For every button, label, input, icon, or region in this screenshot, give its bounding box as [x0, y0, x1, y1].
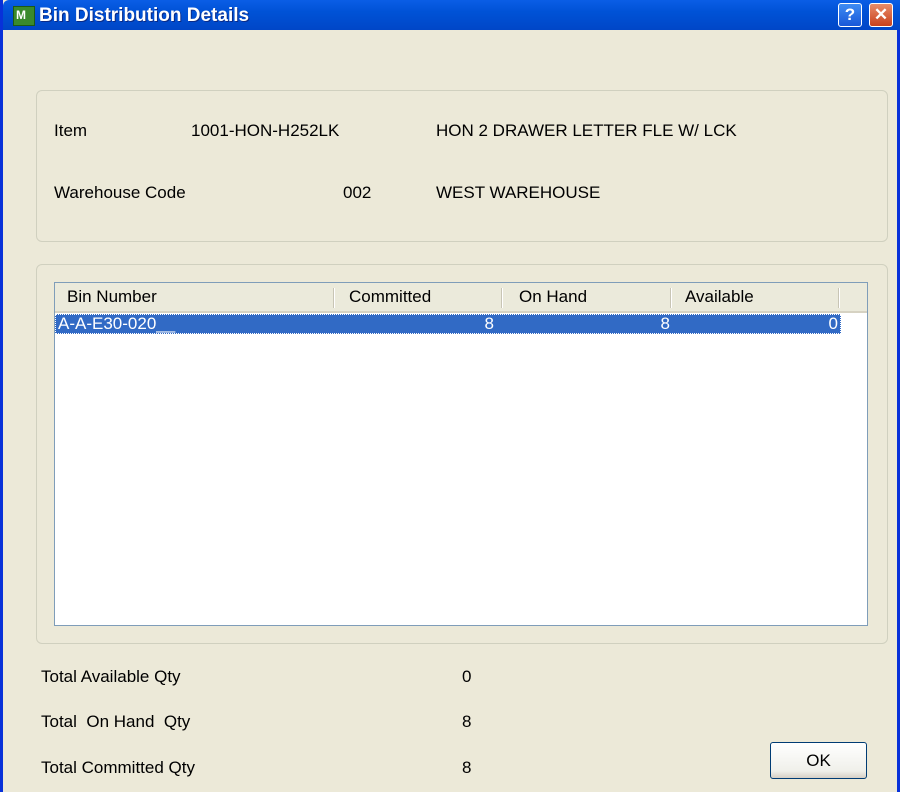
total-available-value: 0	[462, 667, 472, 686]
column-header-bin-number[interactable]: Bin Number	[61, 283, 331, 311]
cell-bin-number: A-A-E30-020__	[58, 314, 176, 333]
bins-list-header: Bin Number Committed On Hand Available	[55, 283, 867, 313]
bin-distribution-dialog: M Bin Distribution Details ? ✕ Item 1001…	[0, 0, 900, 792]
warehouse-label: Warehouse Code	[54, 183, 186, 202]
table-row[interactable]: A-A-E30-020__ 8 8 0	[55, 314, 841, 334]
item-code: 1001-HON-H252LK	[191, 121, 340, 140]
total-on-hand-value: 8	[462, 712, 472, 731]
total-committed-value: 8	[462, 758, 472, 777]
help-button[interactable]: ?	[838, 3, 862, 27]
column-divider[interactable]	[838, 288, 840, 308]
cell-committed: 8	[484, 314, 494, 333]
ok-button[interactable]: OK	[770, 742, 867, 779]
cell-on-hand: 8	[660, 314, 670, 333]
column-header-available[interactable]: Available	[679, 283, 839, 311]
title-bar[interactable]: M Bin Distribution Details ? ✕	[3, 0, 900, 30]
column-divider[interactable]	[333, 288, 335, 308]
item-label: Item	[54, 121, 88, 140]
column-divider[interactable]	[670, 288, 672, 308]
bins-list[interactable]: Bin Number Committed On Hand Available A…	[54, 282, 868, 626]
close-button[interactable]: ✕	[869, 3, 893, 27]
item-info-group	[36, 90, 888, 242]
column-header-on-hand[interactable]: On Hand	[513, 283, 673, 311]
cell-available: 0	[828, 314, 838, 333]
warehouse-code: 002	[343, 183, 372, 202]
column-divider[interactable]	[501, 288, 503, 308]
column-header-committed[interactable]: Committed	[343, 283, 503, 311]
total-on-hand-label: Total On Hand Qty	[41, 712, 191, 731]
total-committed-label: Total Committed Qty	[41, 758, 195, 777]
window-title: Bin Distribution Details	[39, 5, 250, 26]
total-available-label: Total Available Qty	[41, 667, 181, 686]
app-icon: M	[13, 6, 35, 26]
warehouse-name: WEST WAREHOUSE	[436, 183, 601, 202]
item-description: HON 2 DRAWER LETTER FLE W/ LCK	[436, 121, 737, 140]
